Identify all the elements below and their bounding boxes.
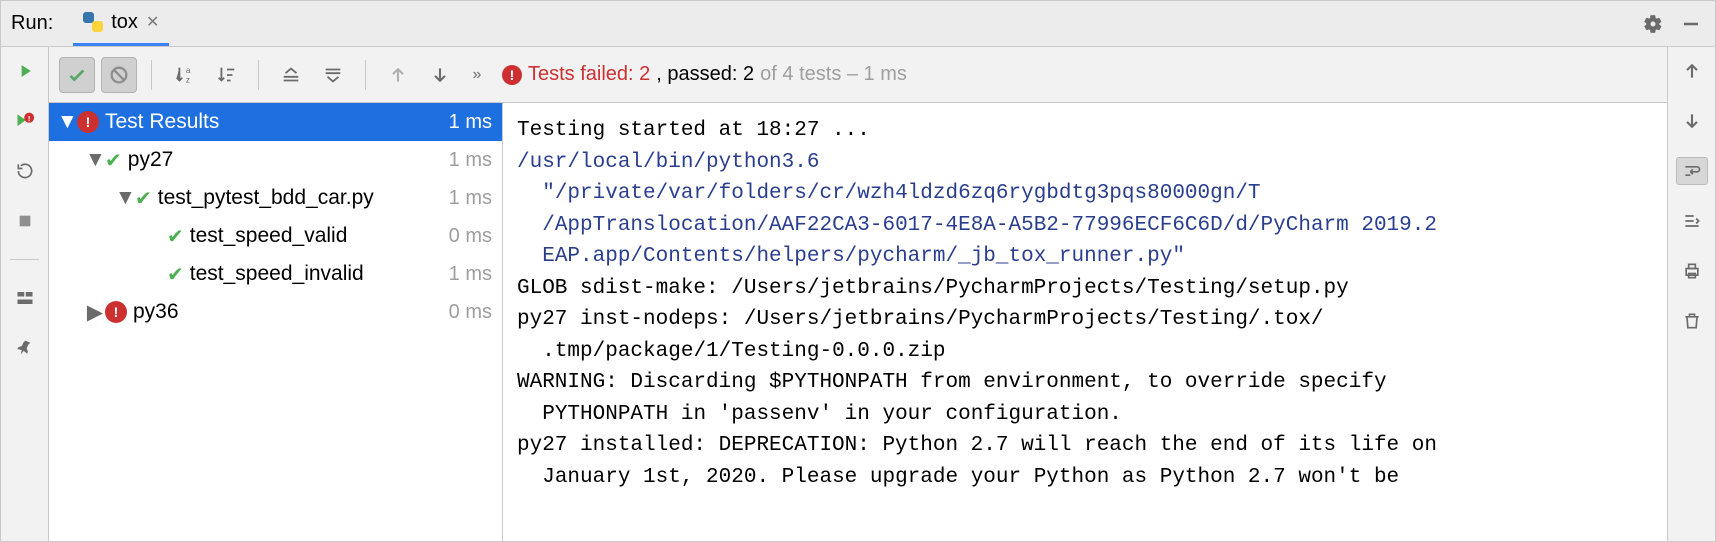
scroll-down-button[interactable] xyxy=(1676,107,1708,135)
svg-text:z: z xyxy=(186,75,190,84)
tree-node-file[interactable]: ▼ ✔ test_pytest_bdd_car.py 1 ms xyxy=(49,179,502,217)
run-panel-header: Run: tox ✕ xyxy=(1,1,1715,47)
stop-button[interactable] xyxy=(9,207,41,235)
clear-all-button[interactable] xyxy=(1676,307,1708,335)
expander-icon[interactable]: ▼ xyxy=(115,186,135,210)
soft-wrap-button[interactable] xyxy=(1676,157,1708,185)
right-gutter xyxy=(1667,47,1715,541)
next-failed-button[interactable] xyxy=(422,57,458,93)
toggle-autotest-button[interactable] xyxy=(9,157,41,185)
tree-label: test_pytest_bdd_car.py xyxy=(158,186,449,210)
tree-time: 1 ms xyxy=(449,111,492,134)
tree-label: test_speed_invalid xyxy=(190,262,449,286)
tree-leaf-test2[interactable]: ✔ test_speed_invalid 1 ms xyxy=(49,255,502,293)
python-icon xyxy=(83,12,103,32)
pass-icon: ✔ xyxy=(167,262,184,287)
scroll-up-button[interactable] xyxy=(1676,57,1708,85)
rerun-failed-button[interactable]: ! xyxy=(9,107,41,135)
toolbar-separator xyxy=(365,60,366,90)
rerun-button[interactable] xyxy=(9,57,41,85)
tree-leaf-test1[interactable]: ✔ test_speed_valid 0 ms xyxy=(49,217,502,255)
toolbar-separator xyxy=(258,60,259,90)
fail-icon: ! xyxy=(77,111,99,133)
collapse-all-button[interactable] xyxy=(315,57,351,93)
left-gutter: ! xyxy=(1,47,49,541)
scroll-to-end-button[interactable] xyxy=(1676,207,1708,235)
expand-all-button[interactable] xyxy=(273,57,309,93)
close-tab-icon[interactable]: ✕ xyxy=(146,12,159,32)
tree-time: 1 ms xyxy=(449,149,492,172)
svg-text:a: a xyxy=(186,66,191,75)
pass-icon: ✔ xyxy=(135,186,152,211)
fail-icon: ! xyxy=(105,301,127,323)
tree-node-py27[interactable]: ▼ ✔ py27 1 ms xyxy=(49,141,502,179)
tree-label: py27 xyxy=(128,148,449,172)
run-tab-tox[interactable]: tox ✕ xyxy=(73,1,169,46)
tree-time: 0 ms xyxy=(449,301,492,324)
expander-icon[interactable]: ▼ xyxy=(85,148,105,172)
test-tree: ▼ ! Test Results 1 ms ▼ ✔ py27 1 ms ▼ ✔ … xyxy=(49,103,503,541)
pass-icon: ✔ xyxy=(105,148,122,173)
expander-icon[interactable]: ▼ xyxy=(57,110,77,134)
tree-time: 0 ms xyxy=(449,225,492,248)
tree-root[interactable]: ▼ ! Test Results 1 ms xyxy=(49,103,502,141)
layout-button[interactable] xyxy=(9,284,41,312)
test-status-text: ! Tests failed: 2, passed: 2 of 4 tests … xyxy=(502,63,907,86)
pin-button[interactable] xyxy=(9,334,41,362)
run-label: Run: xyxy=(11,12,73,35)
fail-indicator-icon: ! xyxy=(502,65,522,85)
pass-icon: ✔ xyxy=(167,224,184,249)
tree-time: 1 ms xyxy=(449,263,492,286)
gutter-separator xyxy=(10,259,38,260)
expander-icon[interactable]: ▶ xyxy=(85,300,105,325)
svg-text:!: ! xyxy=(27,114,30,123)
tree-label: py36 xyxy=(133,300,449,324)
show-passed-button[interactable] xyxy=(59,57,95,93)
print-button[interactable] xyxy=(1676,257,1708,285)
tree-time: 1 ms xyxy=(449,187,492,210)
sort-alphabetical-button[interactable]: az xyxy=(166,57,202,93)
sort-duration-button[interactable] xyxy=(208,57,244,93)
minimize-button[interactable] xyxy=(1677,10,1705,38)
tree-node-py36[interactable]: ▶ ! py36 0 ms xyxy=(49,293,502,331)
previous-failed-button[interactable] xyxy=(380,57,416,93)
console-output[interactable]: Testing started at 18:27 ... /usr/local/… xyxy=(503,103,1667,541)
tree-label: test_speed_valid xyxy=(190,224,449,248)
toolbar-separator xyxy=(151,60,152,90)
show-ignored-button[interactable] xyxy=(101,57,137,93)
tab-label: tox xyxy=(111,11,138,34)
tree-label: Test Results xyxy=(105,110,449,134)
settings-button[interactable] xyxy=(1639,10,1667,38)
more-button[interactable]: » xyxy=(464,57,490,93)
test-toolbar: az » ! Tests failed xyxy=(49,47,1667,103)
